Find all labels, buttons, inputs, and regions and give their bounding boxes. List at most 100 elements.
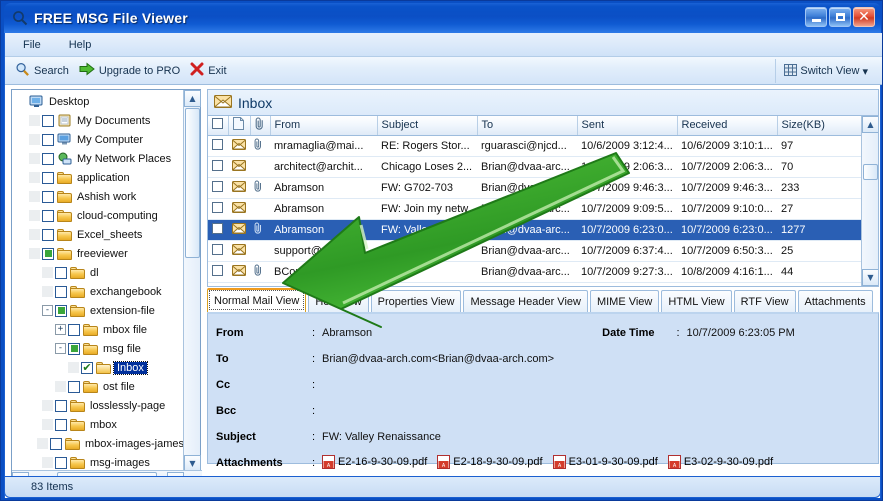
tree-node-checkbox[interactable] — [55, 418, 67, 431]
tree-node-checkbox[interactable] — [68, 342, 80, 355]
tree-node-dl[interactable]: dl — [12, 263, 184, 282]
tree-node-checkbox[interactable] — [42, 209, 54, 222]
tree-node-checkbox[interactable] — [42, 247, 54, 260]
tree-node-checkbox[interactable]: ✔ — [81, 361, 93, 374]
row-checkbox-cell[interactable] — [208, 135, 228, 157]
tree-expander-toggle[interactable]: - — [55, 343, 66, 354]
tab-normal-mail-view[interactable]: Normal Mail View — [207, 288, 307, 312]
table-row[interactable]: Abramson FW: Valley Rena... Brian@dvaa-arc… — [208, 219, 863, 241]
tree-node-checkbox[interactable] — [42, 152, 54, 165]
tree-node-checkbox[interactable] — [68, 380, 80, 393]
tree-vscroll-thumb[interactable] — [185, 108, 200, 258]
folder-tree[interactable]: Desktop My Documents My Computer My Network… — [12, 90, 184, 472]
attachment-item[interactable]: A E2-16-9-30-09.pdf — [322, 454, 427, 469]
column-header-read-state[interactable] — [228, 116, 251, 136]
tree-node-checkbox[interactable] — [55, 399, 67, 412]
tab-properties-view[interactable]: Properties View — [370, 290, 462, 312]
tree-node-exchangebook[interactable]: exchangebook — [12, 282, 184, 301]
tree-node-msg-file[interactable]: - msg file — [12, 339, 184, 358]
attachment-item[interactable]: A E2-18-9-30-09.pdf — [437, 454, 543, 469]
mail-scroll-up-button[interactable]: ▲ — [862, 116, 878, 133]
tab-attachments[interactable]: Attachments — [797, 290, 873, 312]
row-checkbox[interactable] — [212, 159, 223, 171]
tree-node-cloud-computing[interactable]: cloud-computing — [12, 206, 184, 225]
tab-rtf-view[interactable]: RTF View — [733, 290, 796, 312]
column-header-received[interactable]: Received — [677, 116, 778, 136]
tree-node-ashish-work[interactable]: Ashish work — [12, 187, 184, 206]
tab-message-header-view[interactable]: Message Header View — [463, 290, 588, 312]
tree-node-checkbox[interactable] — [68, 323, 80, 336]
row-checkbox[interactable] — [212, 243, 223, 255]
tree-node-my-documents[interactable]: My Documents — [12, 111, 184, 130]
tree-node-losslessly-page[interactable]: losslessly-page — [12, 396, 184, 415]
tree-node-excel-sheets[interactable]: Excel_sheets — [12, 225, 184, 244]
row-checkbox-cell[interactable] — [208, 261, 228, 283]
column-header-from[interactable]: From — [270, 116, 378, 136]
mail-scroll-down-button[interactable]: ▼ — [862, 269, 878, 286]
row-checkbox[interactable] — [212, 222, 223, 234]
tab-html-view[interactable]: HTML View — [661, 290, 732, 312]
tab-mime-view[interactable]: MIME View — [589, 290, 660, 312]
tree-node-my-network-places[interactable]: My Network Places — [12, 149, 184, 168]
tree-node-checkbox[interactable] — [42, 228, 54, 241]
table-row[interactable]: mramaglia@mai... RE: Rogers Stor... rguara… — [208, 135, 863, 157]
tree-node-desktop[interactable]: Desktop — [12, 92, 184, 111]
tree-expander-toggle[interactable]: + — [55, 324, 66, 335]
tree-node-ost-file[interactable]: ost file — [12, 377, 184, 396]
tree-node-checkbox[interactable] — [55, 285, 67, 298]
tree-node-my-computer[interactable]: My Computer — [12, 130, 184, 149]
row-checkbox-cell[interactable] — [208, 219, 228, 241]
menu-item-help[interactable]: Help — [65, 37, 96, 53]
tree-node-checkbox[interactable] — [55, 304, 67, 317]
tree-node-mbox[interactable]: mbox — [12, 415, 184, 434]
row-checkbox-cell[interactable] — [208, 240, 228, 262]
maximize-button[interactable] — [829, 7, 851, 27]
tree-node-checkbox[interactable] — [55, 266, 67, 279]
table-row[interactable]: support@... Brian@dvaa-arc... 10/7/2009 6:… — [208, 240, 863, 262]
row-checkbox[interactable] — [212, 180, 223, 192]
table-row[interactable]: Abramson FW: G702-703 Brian@dvaa-arc... 10/… — [208, 177, 863, 199]
tree-node-checkbox[interactable] — [42, 133, 54, 146]
tree-scroll-up-button[interactable]: ▲ — [184, 90, 201, 107]
row-checkbox-cell[interactable] — [208, 156, 228, 178]
column-header-size[interactable]: Size(KB) — [777, 116, 864, 136]
column-header-select-all[interactable] — [208, 116, 229, 136]
mail-list-vertical-scrollbar[interactable]: ▲ ▼ — [861, 116, 878, 286]
tree-expander-toggle[interactable]: - — [42, 305, 53, 316]
menu-item-file[interactable]: File — [19, 37, 45, 53]
tree-node-freeviewer[interactable]: freeviewer — [12, 244, 184, 263]
tree-node-mbox-file[interactable]: + mbox file — [12, 320, 184, 339]
exit-button[interactable]: Exit — [188, 60, 234, 81]
table-row[interactable]: architect@archit... Chicago Loses 2... Bri… — [208, 156, 863, 178]
row-checkbox-cell[interactable] — [208, 177, 228, 199]
tree-node-checkbox[interactable] — [42, 171, 54, 184]
tree-node-mbox-images-james[interactable]: mbox-images-james — [12, 434, 184, 453]
tab-hex-view[interactable]: Hex View — [308, 290, 369, 312]
search-button[interactable]: Search — [13, 60, 77, 82]
tree-node-extension-file[interactable]: - extension-file — [12, 301, 184, 320]
tree-node-application[interactable]: application — [12, 168, 184, 187]
upgrade-to-pro-button[interactable]: Upgrade to PRO — [77, 60, 188, 81]
switch-view-button[interactable]: Switch View ▾ — [775, 59, 876, 83]
column-header-to[interactable]: To — [477, 116, 578, 136]
row-checkbox[interactable] — [212, 201, 223, 213]
row-checkbox[interactable] — [212, 264, 223, 276]
mail-vscroll-thumb[interactable] — [863, 164, 878, 180]
tree-node-checkbox[interactable] — [55, 456, 67, 469]
tree-node-checkbox[interactable] — [42, 190, 54, 203]
column-header-subject[interactable]: Subject — [377, 116, 478, 136]
tree-node-checkbox[interactable] — [49, 437, 62, 450]
row-checkbox[interactable] — [212, 138, 223, 150]
attachment-item[interactable]: A E3-01-9-30-09.pdf — [552, 454, 658, 469]
column-header-attachment[interactable] — [250, 116, 271, 136]
select-all-checkbox[interactable] — [212, 118, 223, 130]
table-row[interactable]: BCom... Brian@dvaa-arc... 10/7/2009 9:27:3… — [208, 261, 863, 283]
column-header-sent[interactable]: Sent — [577, 116, 678, 136]
attachment-item[interactable]: A E3-02-9-30-09.pdf — [667, 454, 773, 469]
tree-vertical-scrollbar[interactable]: ▲ ▼ — [183, 90, 201, 472]
row-checkbox-cell[interactable] — [208, 198, 228, 220]
tree-node-checkbox[interactable] — [42, 114, 54, 127]
tree-node-inbox[interactable]: ✔ Inbox — [12, 358, 184, 377]
minimize-button[interactable] — [805, 7, 827, 27]
close-button[interactable]: ✕ — [853, 7, 875, 27]
